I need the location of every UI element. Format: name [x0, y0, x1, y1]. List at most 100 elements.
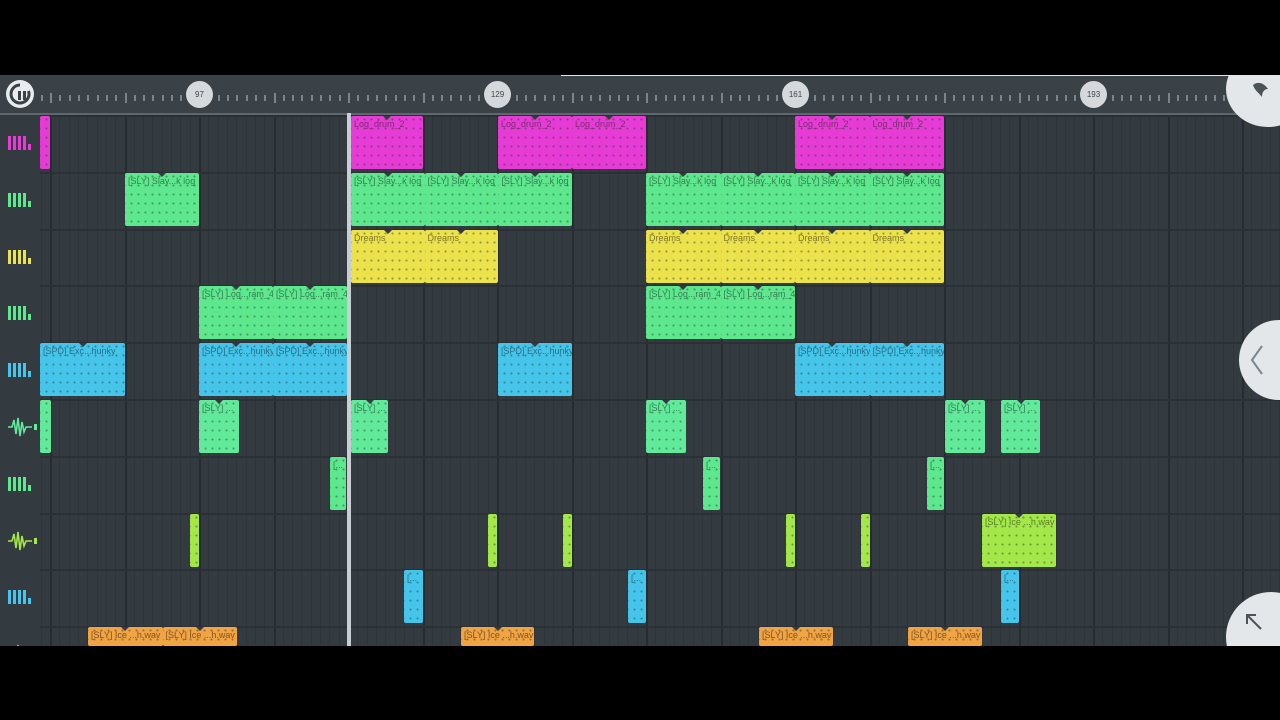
clip-label: [SPD] Exc...hunky: [872, 346, 945, 357]
playhead[interactable]: [347, 113, 351, 646]
pattern-clip[interactable]: [SLY] Ice ...h.wav: [162, 627, 237, 646]
pattern-clip[interactable]: [...: [1001, 570, 1019, 624]
clip-notch: [121, 627, 130, 632]
pattern-clip[interactable]: [...: [628, 570, 646, 624]
clip-notch: [383, 116, 391, 120]
clip-label: [SLY] ...: [202, 403, 234, 413]
pattern-clip[interactable]: [SLY] ...: [1001, 400, 1040, 453]
clip-notch: [531, 172, 540, 177]
clip-notch: [195, 627, 204, 632]
pattern-clip[interactable]: [190, 513, 199, 567]
clip-label: [SLY] Ice ...h.wav: [91, 630, 161, 641]
clip-label: [SLY] Ice ...h.wav: [911, 630, 981, 641]
clip-label: [...: [1004, 573, 1015, 584]
pattern-clip[interactable]: [SLY] Slay...k log: [351, 172, 425, 226]
clip-notch: [902, 343, 911, 348]
clip-label: [...: [631, 573, 642, 584]
clip-notch: [753, 229, 762, 234]
clip-label: [SLY] Ice ...h.wav: [464, 630, 534, 641]
clip-label: [SLY] Ice ...h.wav: [985, 516, 1055, 527]
pattern-clip[interactable]: Dreams: [795, 229, 870, 283]
pattern-clip[interactable]: [SLY] Ice ...h.wav: [461, 627, 534, 646]
pattern-clip[interactable]: [SLY] Slay...k log: [720, 172, 795, 226]
pattern-clip[interactable]: [SLY] Log...ram_4: [199, 286, 273, 340]
clip-notch: [792, 627, 800, 632]
clip-label: [...: [706, 459, 717, 470]
chevron-left-icon: [1250, 345, 1263, 375]
clip-label: [SPD] Exc...hunky: [43, 346, 116, 357]
clip-notch: [828, 343, 837, 348]
pattern-clip[interactable]: Dreams: [351, 229, 425, 283]
clip-notch: [1015, 513, 1023, 518]
clip-label: [SLY] ...: [1004, 403, 1036, 413]
clip-label: Log_drum_2: [354, 119, 405, 129]
pattern-clip[interactable]: [...: [330, 456, 346, 510]
pattern-clip[interactable]: [SLY] Slay...k log: [869, 172, 944, 226]
clip-notch: [306, 286, 314, 291]
pattern-clip[interactable]: [SLY] Ice ...h.wav: [982, 513, 1056, 567]
clip-notch: [941, 627, 949, 632]
pattern-clip[interactable]: [563, 513, 572, 567]
clip-layer: Log_drum_2 Log_drum_2 Log_drum_2 Log_drum_2…: [0, 75, 1280, 646]
clip-label: [SLY] Ice ...h.wav: [762, 630, 832, 641]
pattern-clip[interactable]: Log_drum_2: [351, 116, 423, 169]
pattern-clip[interactable]: [...: [404, 570, 423, 624]
fruit-icon: [1253, 82, 1268, 97]
clip-notch: [158, 172, 166, 177]
pattern-clip[interactable]: [SLY] ...: [646, 400, 686, 453]
clip-label: Dreams: [649, 232, 681, 243]
pattern-clip[interactable]: [SLY] Slay...k log: [646, 172, 721, 226]
pattern-clip[interactable]: [SPD] Exc...hunky: [273, 343, 347, 397]
pattern-clip[interactable]: [SPD] Exc...hunky: [498, 343, 572, 397]
pattern-clip[interactable]: [SPD] Exc...hunky: [795, 343, 870, 397]
pattern-clip[interactable]: [SLY] ...: [199, 400, 239, 453]
pattern-clip[interactable]: [SLY] ...: [945, 400, 985, 453]
clip-label: [...: [407, 573, 418, 584]
pattern-clip[interactable]: [SLY] Log...ram_4: [720, 286, 795, 340]
pattern-clip[interactable]: [488, 513, 497, 567]
pattern-clip[interactable]: [SLY] Log...ram_4: [646, 286, 721, 340]
clip-label: [SLY] Log...ram_4: [649, 289, 721, 300]
pattern-clip[interactable]: [SLY] ...: [351, 400, 388, 453]
clip-notch: [78, 343, 87, 348]
pattern-clip[interactable]: [SPD] Exc...hunky: [40, 343, 125, 397]
clip-label: [SLY] Slay...k log: [798, 175, 866, 186]
clip-notch: [493, 627, 502, 632]
pattern-clip[interactable]: [SLY] Ice ...h.wav: [908, 627, 982, 646]
clip-label: [SPD] Exc...hunky: [276, 346, 347, 357]
pattern-clip[interactable]: [786, 513, 795, 567]
pattern-clip[interactable]: Log_drum_2: [498, 116, 572, 169]
clip-label: [SLY] Slay...k log: [723, 175, 791, 186]
pattern-clip[interactable]: [SLY] Slay...k log: [498, 172, 572, 226]
clip-notch: [232, 286, 240, 291]
clip-label: [SLY] Slay...k log: [501, 175, 569, 186]
clip-label: [SPD] Exc...hunky: [501, 346, 572, 357]
pattern-clip[interactable]: [861, 513, 870, 567]
clip-label: [SPD] Exc...hunky: [202, 346, 273, 357]
clip-notch: [679, 172, 688, 177]
clip-notch: [605, 116, 613, 120]
pattern-clip[interactable]: [40, 400, 51, 453]
pattern-clip[interactable]: Dreams: [646, 229, 721, 283]
pattern-clip[interactable]: Log_drum_2: [869, 116, 944, 169]
pattern-clip[interactable]: Dreams: [869, 229, 944, 283]
pattern-clip[interactable]: [...: [703, 456, 720, 510]
clip-label: [SLY] Ice ...h.wav: [165, 630, 235, 641]
pattern-clip[interactable]: Dreams: [424, 229, 498, 283]
pattern-clip[interactable]: [SLY] Slay...k log: [795, 172, 870, 226]
pattern-clip[interactable]: Dreams: [720, 229, 795, 283]
clip-label: [SLY] Slay...k log: [354, 175, 422, 186]
pattern-clip[interactable]: [SLY] Ice ...h.wav: [88, 627, 163, 646]
pattern-clip[interactable]: [...: [927, 456, 944, 510]
pattern-clip[interactable]: [SLY] Slay...k log: [424, 172, 499, 226]
pattern-clip[interactable]: [SLY] Slay...k log: [125, 172, 199, 226]
pattern-clip[interactable]: [SLY] Ice ...h.wav: [759, 627, 833, 646]
pattern-clip[interactable]: Log_drum_2: [795, 116, 870, 169]
pattern-clip[interactable]: [SLY] Log...ram_4: [273, 286, 347, 340]
pattern-clip[interactable]: [40, 116, 50, 169]
pattern-clip[interactable]: [SPD] Exc...hunky: [199, 343, 273, 397]
pattern-clip[interactable]: [SPD] Exc...hunky: [869, 343, 945, 397]
pattern-clip[interactable]: Log_drum_2: [572, 116, 646, 169]
clip-label: [SLY] Log...ram_4: [276, 289, 347, 300]
clip-label: [SLY] Slay...k log: [649, 175, 717, 186]
